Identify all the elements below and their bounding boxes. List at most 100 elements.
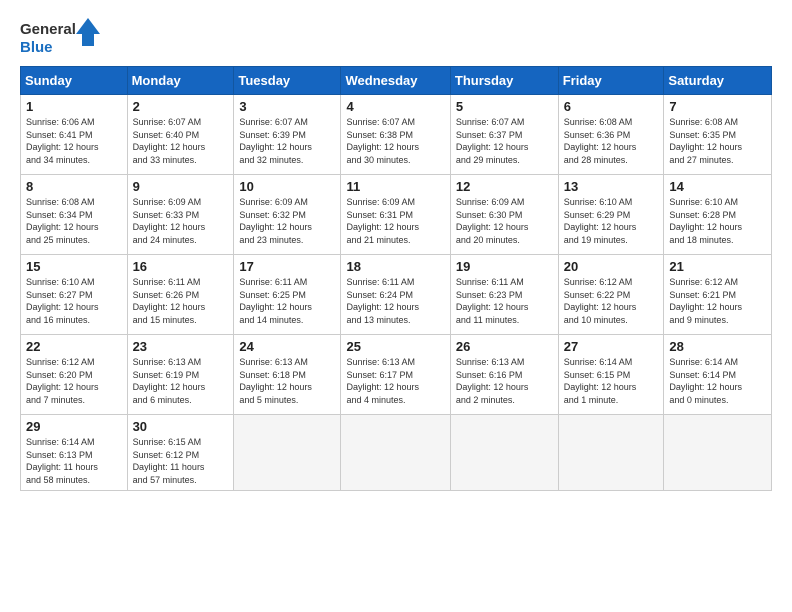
header: General Blue [20,16,772,58]
weekday-monday: Monday [127,67,234,95]
day-info: Sunrise: 6:10 AM Sunset: 6:27 PM Dayligh… [26,276,122,326]
day-info: Sunrise: 6:12 AM Sunset: 6:22 PM Dayligh… [564,276,659,326]
day-number: 3 [239,99,335,114]
day-number: 12 [456,179,553,194]
day-number: 6 [564,99,659,114]
day-number: 9 [133,179,229,194]
day-info: Sunrise: 6:10 AM Sunset: 6:29 PM Dayligh… [564,196,659,246]
weekday-tuesday: Tuesday [234,67,341,95]
day-number: 26 [456,339,553,354]
calendar-cell: 30 Sunrise: 6:15 AM Sunset: 6:12 PM Dayli… [127,415,234,491]
day-info: Sunrise: 6:07 AM Sunset: 6:38 PM Dayligh… [346,116,444,166]
day-info: Sunrise: 6:08 AM Sunset: 6:35 PM Dayligh… [669,116,766,166]
day-number: 21 [669,259,766,274]
calendar-cell: 25 Sunrise: 6:13 AM Sunset: 6:17 PM Dayli… [341,335,450,415]
day-info: Sunrise: 6:07 AM Sunset: 6:40 PM Dayligh… [133,116,229,166]
day-number: 5 [456,99,553,114]
day-info: Sunrise: 6:09 AM Sunset: 6:33 PM Dayligh… [133,196,229,246]
logo: General Blue [20,16,100,58]
day-info: Sunrise: 6:13 AM Sunset: 6:17 PM Dayligh… [346,356,444,406]
day-number: 27 [564,339,659,354]
day-number: 10 [239,179,335,194]
day-number: 30 [133,419,229,434]
calendar-cell: 13 Sunrise: 6:10 AM Sunset: 6:29 PM Dayli… [558,175,664,255]
day-info: Sunrise: 6:11 AM Sunset: 6:26 PM Dayligh… [133,276,229,326]
day-number: 13 [564,179,659,194]
day-number: 11 [346,179,444,194]
day-number: 22 [26,339,122,354]
calendar-cell: 12 Sunrise: 6:09 AM Sunset: 6:30 PM Dayli… [450,175,558,255]
calendar-cell: 6 Sunrise: 6:08 AM Sunset: 6:36 PM Daylig… [558,95,664,175]
calendar-cell: 27 Sunrise: 6:14 AM Sunset: 6:15 PM Dayli… [558,335,664,415]
day-info: Sunrise: 6:06 AM Sunset: 6:41 PM Dayligh… [26,116,122,166]
day-info: Sunrise: 6:08 AM Sunset: 6:36 PM Dayligh… [564,116,659,166]
calendar-cell: 9 Sunrise: 6:09 AM Sunset: 6:33 PM Daylig… [127,175,234,255]
week-row-4: 29Sunrise: 6:14 AM Sunset: 6:13 PM Dayli… [21,415,772,491]
calendar-cell [558,415,664,491]
day-info: Sunrise: 6:07 AM Sunset: 6:37 PM Dayligh… [456,116,553,166]
calendar-cell [450,415,558,491]
weekday-saturday: Saturday [664,67,772,95]
calendar-cell: 11 Sunrise: 6:09 AM Sunset: 6:31 PM Dayli… [341,175,450,255]
day-number: 18 [346,259,444,274]
weekday-thursday: Thursday [450,67,558,95]
calendar-cell: 7 Sunrise: 6:08 AM Sunset: 6:35 PM Daylig… [664,95,772,175]
weekday-sunday: Sunday [21,67,128,95]
calendar-cell: 4 Sunrise: 6:07 AM Sunset: 6:38 PM Daylig… [341,95,450,175]
week-row-0: 1Sunrise: 6:06 AM Sunset: 6:41 PM Daylig… [21,95,772,175]
day-info: Sunrise: 6:14 AM Sunset: 6:15 PM Dayligh… [564,356,659,406]
day-number: 14 [669,179,766,194]
calendar-cell: 22Sunrise: 6:12 AM Sunset: 6:20 PM Dayli… [21,335,128,415]
day-info: Sunrise: 6:14 AM Sunset: 6:14 PM Dayligh… [669,356,766,406]
week-row-1: 8 Sunrise: 6:08 AM Sunset: 6:34 PM Daylig… [21,175,772,255]
calendar-cell: 28 Sunrise: 6:14 AM Sunset: 6:14 PM Dayli… [664,335,772,415]
day-number: 20 [564,259,659,274]
calendar-cell: 21Sunrise: 6:12 AM Sunset: 6:21 PM Dayli… [664,255,772,335]
calendar-cell: 26 Sunrise: 6:13 AM Sunset: 6:16 PM Dayli… [450,335,558,415]
day-number: 19 [456,259,553,274]
calendar-cell: 16 Sunrise: 6:11 AM Sunset: 6:26 PM Dayli… [127,255,234,335]
calendar-cell: 3 Sunrise: 6:07 AM Sunset: 6:39 PM Daylig… [234,95,341,175]
day-info: Sunrise: 6:09 AM Sunset: 6:32 PM Dayligh… [239,196,335,246]
day-number: 2 [133,99,229,114]
day-info: Sunrise: 6:11 AM Sunset: 6:24 PM Dayligh… [346,276,444,326]
day-info: Sunrise: 6:09 AM Sunset: 6:30 PM Dayligh… [456,196,553,246]
day-number: 28 [669,339,766,354]
calendar-cell: 2 Sunrise: 6:07 AM Sunset: 6:40 PM Daylig… [127,95,234,175]
svg-text:General: General [20,21,76,38]
day-number: 16 [133,259,229,274]
day-info: Sunrise: 6:13 AM Sunset: 6:18 PM Dayligh… [239,356,335,406]
week-row-3: 22Sunrise: 6:12 AM Sunset: 6:20 PM Dayli… [21,335,772,415]
day-info: Sunrise: 6:13 AM Sunset: 6:16 PM Dayligh… [456,356,553,406]
weekday-header-row: SundayMondayTuesdayWednesdayThursdayFrid… [21,67,772,95]
calendar-cell: 1Sunrise: 6:06 AM Sunset: 6:41 PM Daylig… [21,95,128,175]
calendar-cell: 19 Sunrise: 6:11 AM Sunset: 6:23 PM Dayli… [450,255,558,335]
day-info: Sunrise: 6:08 AM Sunset: 6:34 PM Dayligh… [26,196,122,246]
calendar-table: SundayMondayTuesdayWednesdayThursdayFrid… [20,66,772,491]
calendar-cell [234,415,341,491]
day-info: Sunrise: 6:15 AM Sunset: 6:12 PM Dayligh… [133,436,229,486]
day-number: 23 [133,339,229,354]
day-info: Sunrise: 6:11 AM Sunset: 6:25 PM Dayligh… [239,276,335,326]
calendar-cell [341,415,450,491]
day-number: 7 [669,99,766,114]
calendar-cell: 10 Sunrise: 6:09 AM Sunset: 6:32 PM Dayli… [234,175,341,255]
day-number: 4 [346,99,444,114]
calendar-cell: 24Sunrise: 6:13 AM Sunset: 6:18 PM Dayli… [234,335,341,415]
day-info: Sunrise: 6:11 AM Sunset: 6:23 PM Dayligh… [456,276,553,326]
calendar-cell [664,415,772,491]
calendar-cell: 8 Sunrise: 6:08 AM Sunset: 6:34 PM Daylig… [21,175,128,255]
logo-svg: General Blue [20,16,100,58]
calendar-cell: 15Sunrise: 6:10 AM Sunset: 6:27 PM Dayli… [21,255,128,335]
page: General Blue SundayMondayTuesdayWednesda… [0,0,792,612]
day-info: Sunrise: 6:07 AM Sunset: 6:39 PM Dayligh… [239,116,335,166]
svg-text:Blue: Blue [20,39,53,56]
calendar-cell: 5 Sunrise: 6:07 AM Sunset: 6:37 PM Daylig… [450,95,558,175]
calendar-cell: 23Sunrise: 6:13 AM Sunset: 6:19 PM Dayli… [127,335,234,415]
day-number: 8 [26,179,122,194]
day-info: Sunrise: 6:09 AM Sunset: 6:31 PM Dayligh… [346,196,444,246]
calendar-cell: 20 Sunrise: 6:12 AM Sunset: 6:22 PM Dayli… [558,255,664,335]
day-number: 25 [346,339,444,354]
day-info: Sunrise: 6:10 AM Sunset: 6:28 PM Dayligh… [669,196,766,246]
calendar-cell: 29Sunrise: 6:14 AM Sunset: 6:13 PM Dayli… [21,415,128,491]
